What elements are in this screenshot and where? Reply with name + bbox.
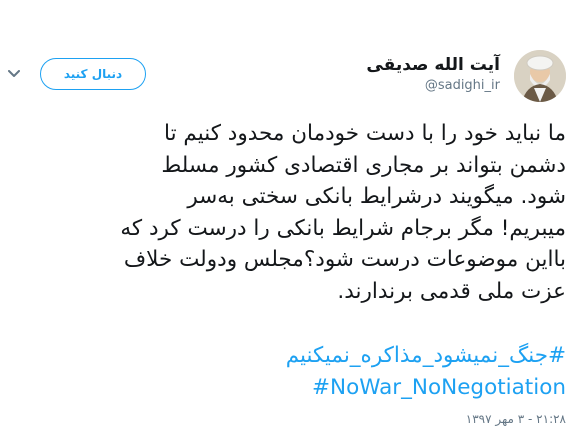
tweet-line: شود. میگویند درشرایط بانکی سختی به‌سر	[187, 184, 566, 209]
avatar[interactable]	[514, 50, 566, 102]
hashtag-list: #جنگ_نمیشود_مذاکره_نمیکنیم #NoWar_NoNego…	[18, 340, 566, 404]
follow-button[interactable]: دنبال کنید	[40, 58, 146, 90]
tweet-text: ما نباید خود را با دست خودمان محدود کنیم…	[18, 118, 566, 307]
tweet-line: بااین موضوعات درست شود؟مجلس ودولت خلاف	[123, 247, 566, 272]
profile-name-block[interactable]: آیت الله صدیقی @sadighi_ir	[366, 54, 500, 96]
tweet-line: ما نباید خود را با دست خودمان محدود کنیم…	[164, 121, 566, 146]
avatar-portrait-icon	[514, 50, 566, 102]
hashtag-link[interactable]: #NoWar_NoNegotiation	[18, 372, 566, 404]
tweet-card: آیت الله صدیقی @sadighi_ir دنبال کنید ما…	[0, 0, 584, 448]
user-handle[interactable]: @sadighi_ir	[366, 76, 500, 96]
tweet-line: عزت ملی قدمی برندارند.	[337, 278, 566, 304]
hashtag-link[interactable]: #جنگ_نمیشود_مذاکره_نمیکنیم	[18, 340, 566, 372]
tweet-line: میبریم! مگر برجام شرایط بانکی را درست کر…	[120, 215, 566, 241]
tweet-timestamp[interactable]: ۲۱:۲۸ - ۳ مهر ۱۳۹۷	[466, 412, 566, 426]
tweet-header: آیت الله صدیقی @sadighi_ir دنبال کنید	[0, 42, 584, 112]
chevron-down-icon[interactable]	[6, 66, 22, 82]
tweet-line: دشمن بتواند بر مجاری اقتصادی کشور مسلط	[161, 152, 566, 178]
display-name[interactable]: آیت الله صدیقی	[366, 54, 500, 76]
